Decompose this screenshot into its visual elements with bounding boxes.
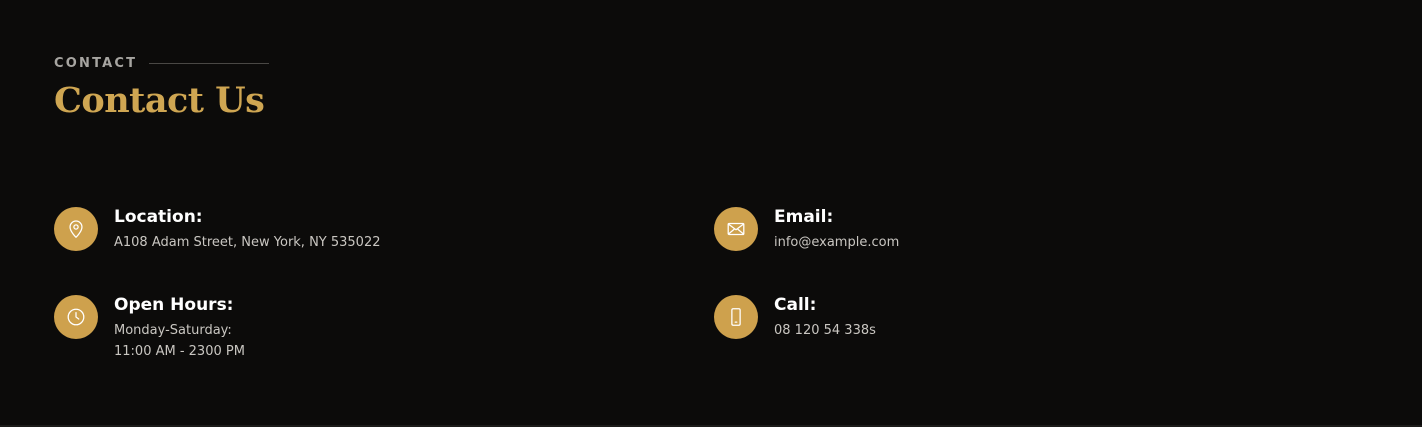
eyebrow-text: CONTACT — [54, 55, 138, 71]
contact-section: CONTACT Contact Us Location: A108 Adam S… — [0, 0, 1422, 427]
contact-item-call: Call: 08 120 54 338s — [714, 295, 876, 341]
eyebrow-divider — [149, 62, 270, 64]
phone-icon — [714, 295, 758, 339]
clock-icon — [54, 295, 98, 339]
location-label: Location: — [114, 207, 203, 227]
email-value[interactable]: info@example.com — [774, 232, 899, 253]
location-value: A108 Adam Street, New York, NY 535022 — [114, 235, 381, 250]
email-label: Email: — [774, 207, 834, 227]
call-label: Call: — [774, 295, 817, 315]
hours-value: Monday-Saturday: 11:00 AM - 2300 PM — [114, 320, 245, 362]
envelope-icon — [714, 207, 758, 251]
section-eyebrow: CONTACT — [54, 54, 270, 72]
contact-item-location: Location: A108 Adam Street, New York, NY… — [54, 207, 381, 253]
section-title: Contact Us — [54, 80, 265, 121]
call-value[interactable]: 08 120 54 338s — [774, 320, 876, 341]
hours-days: Monday-Saturday: — [114, 323, 232, 338]
map-pin-icon — [54, 207, 98, 251]
hours-times: 11:00 AM - 2300 PM — [114, 344, 245, 359]
hours-label: Open Hours: — [114, 295, 234, 315]
contact-item-hours: Open Hours: Monday-Saturday: 11:00 AM - … — [54, 295, 245, 362]
contact-item-email: Email: info@example.com — [714, 207, 899, 253]
